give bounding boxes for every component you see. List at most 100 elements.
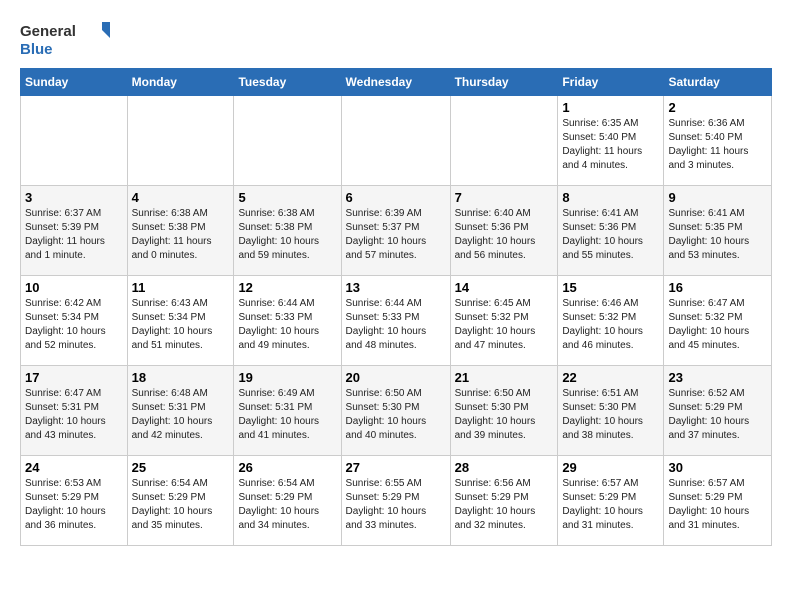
day-info: Sunrise: 6:50 AM Sunset: 5:30 PM Dayligh… bbox=[455, 387, 554, 443]
week-row-1: 1 Sunrise: 6:35 AM Sunset: 5:40 PM Daylig… bbox=[21, 96, 772, 186]
day-number: 19 bbox=[238, 370, 336, 385]
calendar-cell bbox=[341, 96, 450, 186]
day-number: 25 bbox=[132, 460, 230, 475]
calendar-cell: 6Sunrise: 6:39 AM Sunset: 5:37 PM Daylig… bbox=[341, 186, 450, 276]
day-number: 17 bbox=[25, 370, 123, 385]
day-number: 26 bbox=[238, 460, 336, 475]
day-number: 15 bbox=[562, 280, 659, 295]
day-info: Sunrise: 6:56 AM Sunset: 5:29 PM Dayligh… bbox=[455, 477, 554, 533]
day-info: Sunrise: 6:54 AM Sunset: 5:29 PM Dayligh… bbox=[238, 477, 336, 533]
page: General Blue General Blue SundayMondayTu… bbox=[0, 0, 792, 566]
day-number: 30 bbox=[668, 460, 767, 475]
day-number: 4 bbox=[132, 190, 230, 205]
week-row-4: 17Sunrise: 6:47 AM Sunset: 5:31 PM Dayli… bbox=[21, 366, 772, 456]
header: General Blue General Blue bbox=[20, 20, 772, 52]
calendar-cell: 17Sunrise: 6:47 AM Sunset: 5:31 PM Dayli… bbox=[21, 366, 128, 456]
day-number: 11 bbox=[132, 280, 230, 295]
day-number: 13 bbox=[346, 280, 446, 295]
calendar-cell: 15 Sunrise: 6:46 AM Sunset: 5:32 PM Dayli… bbox=[558, 276, 664, 366]
day-number: 3 bbox=[25, 190, 123, 205]
weekday-row: SundayMondayTuesdayWednesdayThursdayFrid… bbox=[21, 69, 772, 96]
day-number: 8 bbox=[562, 190, 659, 205]
calendar-cell: 11 Sunrise: 6:43 AM Sunset: 5:34 PM Dayli… bbox=[127, 276, 234, 366]
calendar-cell: 28 Sunrise: 6:56 AM Sunset: 5:29 PM Dayli… bbox=[450, 456, 558, 546]
day-info: Sunrise: 6:36 AM Sunset: 5:40 PM Dayligh… bbox=[668, 117, 767, 173]
calendar-cell: 21 Sunrise: 6:50 AM Sunset: 5:30 PM Dayli… bbox=[450, 366, 558, 456]
day-info: Sunrise: 6:38 AM Sunset: 5:38 PM Dayligh… bbox=[132, 207, 230, 263]
calendar-cell: 3 Sunrise: 6:37 AM Sunset: 5:39 PM Daylig… bbox=[21, 186, 128, 276]
calendar-cell: 2 Sunrise: 6:36 AM Sunset: 5:40 PM Daylig… bbox=[664, 96, 772, 186]
week-row-5: 24 Sunrise: 6:53 AM Sunset: 5:29 PM Dayli… bbox=[21, 456, 772, 546]
calendar-cell bbox=[21, 96, 128, 186]
day-info: Sunrise: 6:51 AM Sunset: 5:30 PM Dayligh… bbox=[562, 387, 659, 443]
calendar-cell: 22 Sunrise: 6:51 AM Sunset: 5:30 PM Dayli… bbox=[558, 366, 664, 456]
day-number: 14 bbox=[455, 280, 554, 295]
day-info: Sunrise: 6:44 AM Sunset: 5:33 PM Dayligh… bbox=[238, 297, 336, 353]
weekday-header-monday: Monday bbox=[127, 69, 234, 96]
calendar-cell bbox=[450, 96, 558, 186]
calendar-cell: 8 Sunrise: 6:41 AM Sunset: 5:36 PM Daylig… bbox=[558, 186, 664, 276]
day-info: Sunrise: 6:57 AM Sunset: 5:29 PM Dayligh… bbox=[668, 477, 767, 533]
logo-svg: General Blue bbox=[20, 20, 110, 60]
day-info: Sunrise: 6:54 AM Sunset: 5:29 PM Dayligh… bbox=[132, 477, 230, 533]
day-info: Sunrise: 6:40 AM Sunset: 5:36 PM Dayligh… bbox=[455, 207, 554, 263]
day-number: 9 bbox=[668, 190, 767, 205]
calendar-cell: 7Sunrise: 6:40 AM Sunset: 5:36 PM Daylig… bbox=[450, 186, 558, 276]
calendar-cell: 4 Sunrise: 6:38 AM Sunset: 5:38 PM Daylig… bbox=[127, 186, 234, 276]
day-number: 1 bbox=[562, 100, 659, 115]
day-number: 16 bbox=[668, 280, 767, 295]
day-number: 28 bbox=[455, 460, 554, 475]
logo-text: General Blue bbox=[20, 20, 110, 60]
calendar-cell: 14 Sunrise: 6:45 AM Sunset: 5:32 PM Dayli… bbox=[450, 276, 558, 366]
day-info: Sunrise: 6:53 AM Sunset: 5:29 PM Dayligh… bbox=[25, 477, 123, 533]
day-info: Sunrise: 6:41 AM Sunset: 5:35 PM Dayligh… bbox=[668, 207, 767, 263]
day-number: 23 bbox=[668, 370, 767, 385]
calendar-cell: 29Sunrise: 6:57 AM Sunset: 5:29 PM Dayli… bbox=[558, 456, 664, 546]
day-number: 24 bbox=[25, 460, 123, 475]
calendar-cell: 10 Sunrise: 6:42 AM Sunset: 5:34 PM Dayli… bbox=[21, 276, 128, 366]
day-number: 6 bbox=[346, 190, 446, 205]
day-number: 10 bbox=[25, 280, 123, 295]
day-info: Sunrise: 6:41 AM Sunset: 5:36 PM Dayligh… bbox=[562, 207, 659, 263]
day-info: Sunrise: 6:46 AM Sunset: 5:32 PM Dayligh… bbox=[562, 297, 659, 353]
day-number: 29 bbox=[562, 460, 659, 475]
weekday-header-friday: Friday bbox=[558, 69, 664, 96]
day-number: 2 bbox=[668, 100, 767, 115]
calendar-cell bbox=[127, 96, 234, 186]
day-info: Sunrise: 6:47 AM Sunset: 5:32 PM Dayligh… bbox=[668, 297, 767, 353]
calendar-cell: 16 Sunrise: 6:47 AM Sunset: 5:32 PM Dayli… bbox=[664, 276, 772, 366]
day-number: 27 bbox=[346, 460, 446, 475]
day-info: Sunrise: 6:55 AM Sunset: 5:29 PM Dayligh… bbox=[346, 477, 446, 533]
weekday-header-saturday: Saturday bbox=[664, 69, 772, 96]
calendar-cell: 30 Sunrise: 6:57 AM Sunset: 5:29 PM Dayli… bbox=[664, 456, 772, 546]
day-info: Sunrise: 6:49 AM Sunset: 5:31 PM Dayligh… bbox=[238, 387, 336, 443]
weekday-header-thursday: Thursday bbox=[450, 69, 558, 96]
day-info: Sunrise: 6:43 AM Sunset: 5:34 PM Dayligh… bbox=[132, 297, 230, 353]
weekday-header-tuesday: Tuesday bbox=[234, 69, 341, 96]
day-info: Sunrise: 6:42 AM Sunset: 5:34 PM Dayligh… bbox=[25, 297, 123, 353]
calendar-cell: 20Sunrise: 6:50 AM Sunset: 5:30 PM Dayli… bbox=[341, 366, 450, 456]
calendar-cell bbox=[234, 96, 341, 186]
day-number: 5 bbox=[238, 190, 336, 205]
week-row-2: 3 Sunrise: 6:37 AM Sunset: 5:39 PM Daylig… bbox=[21, 186, 772, 276]
calendar-table: SundayMondayTuesdayWednesdayThursdayFrid… bbox=[20, 68, 772, 546]
logo-blue-text: Blue bbox=[20, 41, 53, 58]
calendar-cell: 19 Sunrise: 6:49 AM Sunset: 5:31 PM Dayli… bbox=[234, 366, 341, 456]
day-info: Sunrise: 6:37 AM Sunset: 5:39 PM Dayligh… bbox=[25, 207, 123, 263]
logo-general-text: General bbox=[20, 23, 76, 40]
calendar-header: SundayMondayTuesdayWednesdayThursdayFrid… bbox=[21, 69, 772, 96]
weekday-header-wednesday: Wednesday bbox=[341, 69, 450, 96]
day-info: Sunrise: 6:38 AM Sunset: 5:38 PM Dayligh… bbox=[238, 207, 336, 263]
calendar-cell: 23Sunrise: 6:52 AM Sunset: 5:29 PM Dayli… bbox=[664, 366, 772, 456]
day-number: 22 bbox=[562, 370, 659, 385]
day-info: Sunrise: 6:35 AM Sunset: 5:40 PM Dayligh… bbox=[562, 117, 659, 173]
calendar-cell: 18Sunrise: 6:48 AM Sunset: 5:31 PM Dayli… bbox=[127, 366, 234, 456]
calendar-cell: 27 Sunrise: 6:55 AM Sunset: 5:29 PM Dayli… bbox=[341, 456, 450, 546]
day-info: Sunrise: 6:45 AM Sunset: 5:32 PM Dayligh… bbox=[455, 297, 554, 353]
weekday-header-sunday: Sunday bbox=[21, 69, 128, 96]
day-info: Sunrise: 6:48 AM Sunset: 5:31 PM Dayligh… bbox=[132, 387, 230, 443]
day-number: 12 bbox=[238, 280, 336, 295]
calendar-cell: 13Sunrise: 6:44 AM Sunset: 5:33 PM Dayli… bbox=[341, 276, 450, 366]
calendar-cell: 12 Sunrise: 6:44 AM Sunset: 5:33 PM Dayli… bbox=[234, 276, 341, 366]
day-number: 21 bbox=[455, 370, 554, 385]
